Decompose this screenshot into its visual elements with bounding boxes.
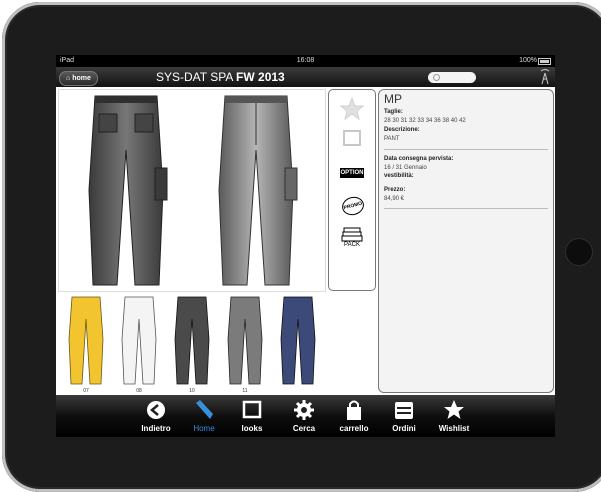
- variant-thumb-07[interactable]: 07: [60, 294, 112, 394]
- color-variants-strip: 07 08 10 11: [58, 294, 324, 394]
- status-bar: iPad 16:08 100%: [56, 55, 555, 67]
- promo-label: PROMO: [340, 194, 366, 218]
- pack-icon: [341, 227, 363, 242]
- product-code: MP: [384, 92, 402, 106]
- variant-thumb-11[interactable]: 11: [219, 294, 271, 394]
- variant-code: 11: [242, 388, 248, 394]
- delivery-label: Data consegna pervista:: [384, 156, 454, 162]
- variant-thumb-blue[interactable]: [272, 294, 324, 394]
- jeans-thumbnail: [280, 296, 316, 385]
- divider: [384, 208, 548, 209]
- search-input[interactable]: [428, 72, 476, 83]
- variant-code: 08: [136, 388, 142, 394]
- tab-bar: Indietro Home looks Cerca carrello Ordin…: [56, 395, 555, 437]
- looks-icon: [242, 400, 262, 419]
- price-label: Prezzo:: [384, 187, 406, 193]
- hardware-home-button[interactable]: [565, 238, 593, 266]
- description-value: PANT: [384, 136, 400, 142]
- jeans-thumbnail: [227, 296, 263, 385]
- option-label: OPTION: [340, 168, 364, 178]
- divider: [384, 149, 548, 150]
- product-hero-image[interactable]: [58, 89, 326, 292]
- description-label: Descrizione:: [384, 127, 420, 133]
- jeans-thumbnail: [68, 296, 104, 385]
- jeans-front-view: [218, 95, 298, 286]
- variant-code: 10: [189, 388, 195, 394]
- battery-percent: 100%: [519, 57, 537, 64]
- brand-name: SYS-DAT SPA: [156, 70, 233, 84]
- tab-looks[interactable]: looks: [224, 397, 280, 435]
- season-label: FW 2013: [236, 70, 285, 84]
- pack-label: PACK: [344, 242, 360, 248]
- home-tab-icon: [196, 400, 213, 419]
- variant-code: 07: [83, 388, 89, 394]
- price-value: 84,90 €: [384, 196, 405, 202]
- jeans-thumbnail: [174, 296, 210, 385]
- tab-label: Ordini: [392, 424, 416, 433]
- fit-label: vestibilità:: [384, 173, 414, 179]
- home-button-label: home: [72, 75, 91, 82]
- tab-ordini[interactable]: Ordini: [376, 397, 432, 435]
- brand-title: SYS-DAT SPA FW 2013: [156, 70, 285, 84]
- sizes-label: Taglie:: [384, 109, 403, 115]
- variant-thumb-08[interactable]: 08: [113, 294, 165, 394]
- frame-icon: [343, 130, 361, 146]
- antenna-icon: [540, 69, 550, 85]
- battery-icon: [538, 58, 551, 65]
- pack-button[interactable]: PACK: [329, 226, 375, 252]
- content-area: 07 08 10 11 OPTION PROMO PACK MP Taglie:…: [56, 87, 555, 395]
- tab-label: looks: [241, 424, 263, 433]
- star-icon: [444, 400, 464, 419]
- favorite-button[interactable]: [329, 96, 375, 122]
- orders-icon: [395, 402, 413, 419]
- search-icon: [433, 74, 440, 81]
- jeans-thumbnail: [121, 296, 157, 385]
- star-icon: [339, 96, 365, 121]
- gear-icon: [294, 400, 314, 420]
- promo-button[interactable]: PROMO: [329, 194, 375, 218]
- look-button[interactable]: [329, 128, 375, 150]
- tab-wishlist[interactable]: Wishlist: [426, 397, 482, 435]
- tab-label: Wishlist: [438, 424, 470, 433]
- top-bar: ⌂ home SYS-DAT SPA FW 2013: [56, 67, 555, 87]
- home-icon: ⌂: [66, 75, 71, 82]
- shopping-bag-icon: [347, 400, 361, 420]
- action-sidebar: OPTION PROMO PACK: [328, 89, 376, 291]
- back-icon: [147, 401, 165, 419]
- tab-label: carrello: [339, 424, 369, 433]
- delivery-value: 16 / 31 Gennaio: [384, 165, 427, 171]
- option-button[interactable]: OPTION: [329, 168, 375, 182]
- jeans-drawings: [88, 95, 298, 286]
- tab-cerca[interactable]: Cerca: [276, 397, 332, 435]
- product-details-panel: MP Taglie: 28 30 31 32 33 34 36 38 40 42…: [378, 89, 554, 393]
- tab-label: Cerca: [292, 424, 316, 433]
- home-button[interactable]: ⌂ home: [59, 71, 98, 86]
- tab-carrello[interactable]: carrello: [326, 397, 382, 435]
- app-screen: iPad 16:08 100% ⌂ home SYS-DAT SPA FW 20…: [56, 55, 555, 437]
- variant-thumb-10[interactable]: 10: [166, 294, 218, 394]
- sizes-value: 28 30 31 32 33 34 36 38 40 42: [384, 118, 466, 124]
- clock: 16:08: [296, 57, 315, 64]
- jeans-back-view: [88, 95, 168, 286]
